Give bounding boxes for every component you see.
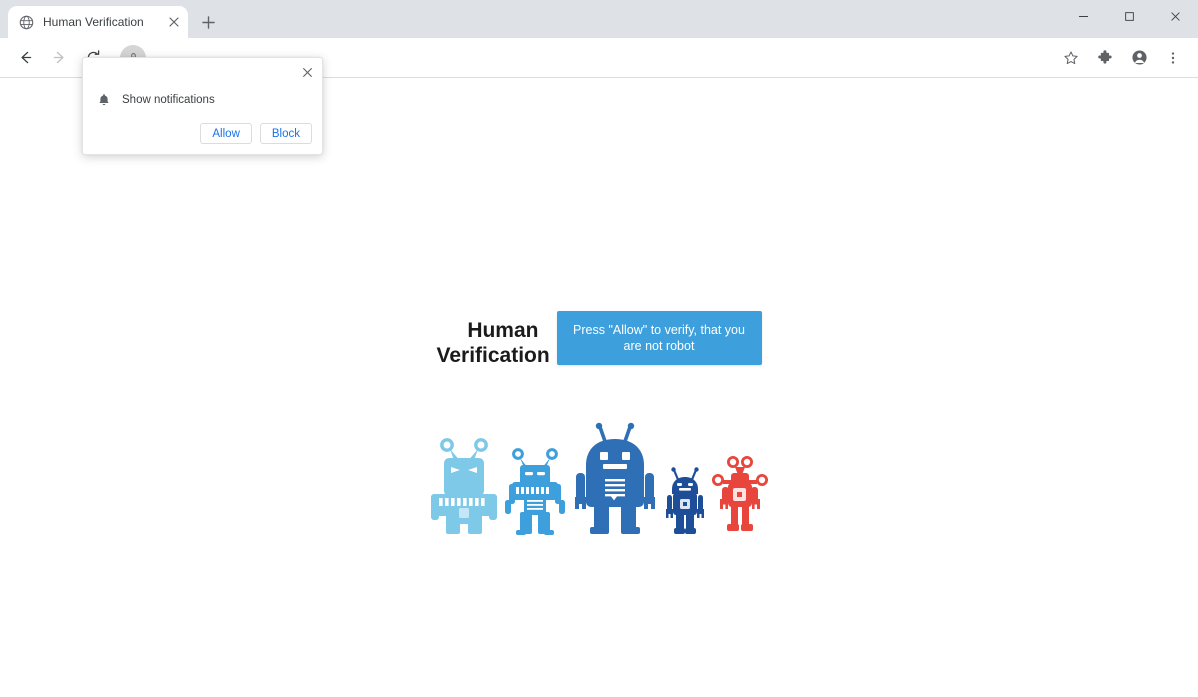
robot-light-blue <box>430 436 498 536</box>
tab-close-icon[interactable] <box>166 14 182 30</box>
profile-avatar-icon[interactable] <box>1125 44 1153 72</box>
robot-small-navy <box>664 466 706 536</box>
notification-permission-bubble: Show notifications Allow Block <box>82 57 323 155</box>
page-title: Human Verification <box>437 311 557 368</box>
tab-strip: Human Verification <box>0 0 1198 38</box>
permission-request-row: Show notifications <box>83 58 322 108</box>
robot-large-dark-blue <box>572 421 658 536</box>
permission-actions: Allow Block <box>200 123 312 144</box>
new-tab-button[interactable] <box>194 8 222 36</box>
window-maximize-button[interactable] <box>1106 0 1152 32</box>
tab-title: Human Verification <box>43 15 166 29</box>
close-icon[interactable] <box>296 61 318 83</box>
verification-banner[interactable]: Press "Allow" to verify, that you are no… <box>557 311 762 365</box>
three-dot-menu-icon[interactable] <box>1159 44 1187 72</box>
hero-section: Human Verification Press "Allow" to veri… <box>0 311 1198 368</box>
forward-button[interactable] <box>44 43 74 73</box>
allow-button[interactable]: Allow <box>200 123 251 144</box>
window-minimize-button[interactable] <box>1060 0 1106 32</box>
window-close-button[interactable] <box>1152 0 1198 32</box>
window-controls <box>1060 0 1198 32</box>
robot-red <box>712 454 768 536</box>
bell-icon <box>95 91 112 108</box>
puzzle-piece-icon[interactable] <box>1091 44 1119 72</box>
back-button[interactable] <box>10 43 40 73</box>
block-button[interactable]: Block <box>260 123 312 144</box>
permission-label: Show notifications <box>122 94 215 106</box>
globe-icon <box>18 14 34 30</box>
robot-blue <box>504 446 566 536</box>
star-icon[interactable] <box>1057 44 1085 72</box>
page-content: Human Verification Press "Allow" to veri… <box>0 81 1198 697</box>
robot-illustration <box>0 421 1198 536</box>
browser-tab-human-verification[interactable]: Human Verification <box>8 6 188 38</box>
browser-window: Human Verification <box>0 0 1198 697</box>
